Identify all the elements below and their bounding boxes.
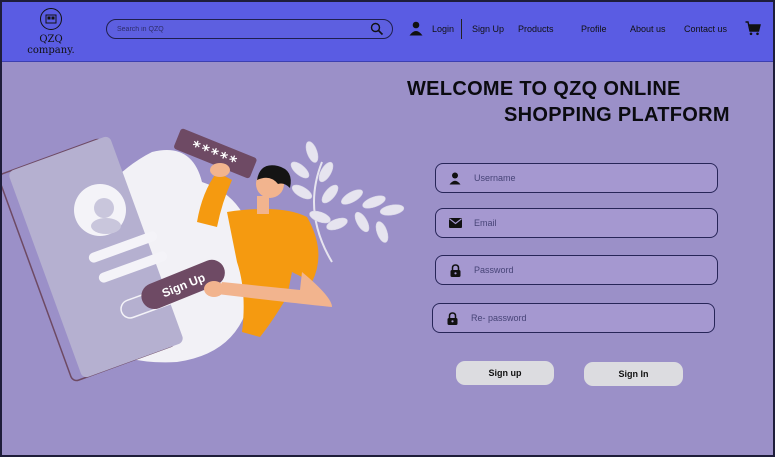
signup-illustration: Sign Up ***** xyxy=(2,128,405,382)
nav-profile[interactable]: Profile xyxy=(581,24,607,34)
username-field[interactable] xyxy=(435,163,718,193)
store-icon xyxy=(40,8,62,30)
nav-signup[interactable]: Sign Up xyxy=(472,24,504,34)
page-title-line-2: SHOPPING PLATFORM xyxy=(504,104,730,126)
lock-icon xyxy=(436,263,474,277)
username-input[interactable] xyxy=(474,173,694,183)
brand-logo[interactable]: QZQ company. xyxy=(16,8,86,56)
avatar-head xyxy=(94,198,114,218)
nav-products[interactable]: Products xyxy=(518,24,554,34)
search-bar[interactable] xyxy=(106,19,393,39)
email-field[interactable] xyxy=(435,208,718,238)
repassword-field[interactable] xyxy=(432,303,715,333)
nav-contact[interactable]: Contact us xyxy=(684,24,727,34)
cart-icon[interactable] xyxy=(745,21,761,41)
nav-about[interactable]: About us xyxy=(630,24,666,34)
nav-divider xyxy=(461,19,462,39)
email-input[interactable] xyxy=(474,218,694,228)
signup-button[interactable]: Sign up xyxy=(456,361,554,385)
password-input[interactable] xyxy=(474,265,694,275)
signin-button[interactable]: Sign In xyxy=(584,362,683,386)
search-icon[interactable] xyxy=(370,22,384,41)
avatar-body xyxy=(91,218,121,234)
repassword-input[interactable] xyxy=(471,313,691,323)
top-navbar: QZQ company. Login Sign Up Products Prof… xyxy=(2,2,773,62)
search-input[interactable] xyxy=(117,25,357,33)
password-field[interactable] xyxy=(435,255,718,285)
person-icon xyxy=(436,172,474,185)
user-icon xyxy=(409,21,423,41)
page-title-line-1: WELCOME TO QZQ ONLINE xyxy=(407,78,681,100)
brand-name: QZQ company. xyxy=(27,34,75,56)
nav-login[interactable]: Login xyxy=(432,24,454,34)
app-frame: QZQ company. Login Sign Up Products Prof… xyxy=(0,0,775,457)
lock-icon xyxy=(433,311,471,325)
mail-icon xyxy=(436,218,474,228)
